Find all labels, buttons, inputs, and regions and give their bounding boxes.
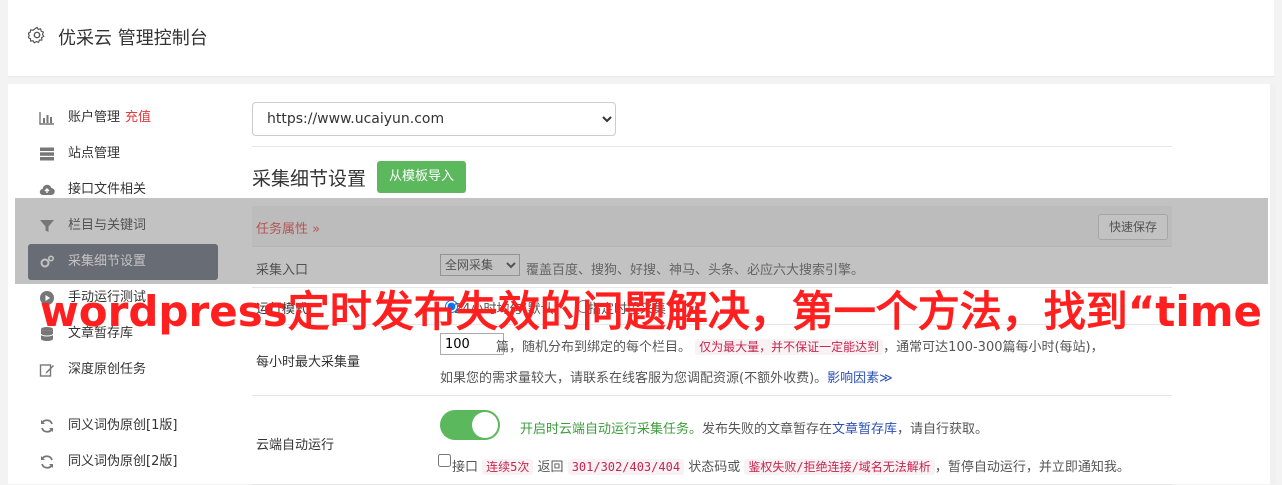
sidebar-item-label: 账户管理 bbox=[68, 110, 121, 125]
pause-notify-checkbox[interactable] bbox=[438, 454, 451, 467]
gray-overlay-band bbox=[15, 198, 1268, 284]
article-store-link[interactable]: 文章暂存库 bbox=[832, 422, 897, 437]
influence-factors-link[interactable]: 影响因素≫ bbox=[827, 371, 893, 386]
overlay-caption: wordpress定时发布失效的问题解决，第一个方法，找到“time bbox=[40, 287, 1263, 336]
sidebar-item-account[interactable]: 账户管理 充值 bbox=[28, 100, 218, 136]
bar-chart-icon bbox=[39, 110, 55, 126]
sidebar-item-label: 同义词伪原创[2版] bbox=[68, 454, 178, 469]
cloud-upload-icon bbox=[39, 182, 55, 198]
toggle-knob bbox=[472, 412, 498, 438]
table-row-cloud-auto: 云端自动运行 开启时云端自动运行采集任务。发布失败的文章暂存在文章暂存库，请自行… bbox=[252, 396, 1172, 485]
cloud-label: 云端自动运行 bbox=[256, 438, 335, 453]
refresh-icon bbox=[39, 454, 55, 470]
sidebar-item-synonym-v1[interactable]: 同义词伪原创[1版] bbox=[28, 408, 218, 444]
gear-icon bbox=[28, 26, 45, 44]
sidebar-item-label: 接口文件相关 bbox=[68, 182, 147, 197]
divider bbox=[252, 146, 1172, 147]
sidebar-item-label: 站点管理 bbox=[68, 146, 121, 161]
pause-notify-text: 接口 连续5次 返回 301/302/403/404 状态码或 鉴权失败/拒绝连… bbox=[452, 459, 1130, 475]
server-icon bbox=[39, 146, 55, 162]
chevron-down-icon: ≫ bbox=[879, 371, 893, 386]
page-title: 优采云 管理控制台 bbox=[58, 28, 208, 49]
sidebar-item-label: 深度原创任务 bbox=[68, 362, 147, 377]
max-label: 每小时最大采集量 bbox=[256, 355, 361, 370]
refresh-icon bbox=[39, 418, 55, 434]
section-title: 采集细节设置 bbox=[252, 168, 367, 190]
header: 优采云 管理控制台 bbox=[8, 0, 1274, 77]
cloud-description: 开启时云端自动运行采集任务。发布失败的文章暂存在文章暂存库，请自行获取。 bbox=[520, 422, 989, 437]
import-template-button[interactable]: 从模板导入 bbox=[377, 161, 467, 193]
sidebar-item-synonym-v2[interactable]: 同义词伪原创[2版] bbox=[28, 444, 218, 480]
cloud-auto-toggle[interactable] bbox=[440, 410, 500, 440]
edit-icon bbox=[39, 362, 55, 378]
sidebar-item-label: 同义词伪原创[1版] bbox=[68, 418, 178, 433]
site-select[interactable]: https://www.ucaiyun.com bbox=[252, 102, 616, 136]
recharge-link[interactable]: 充值 bbox=[125, 110, 151, 125]
sidebar-item-deep-original[interactable]: 深度原创任务 bbox=[28, 352, 218, 388]
max-note: 如果您的需求量较大，请联系在线客服为您调配资源(不额外收费)。影响因素≫ bbox=[440, 371, 893, 386]
sidebar-item-sites[interactable]: 站点管理 bbox=[28, 136, 218, 172]
